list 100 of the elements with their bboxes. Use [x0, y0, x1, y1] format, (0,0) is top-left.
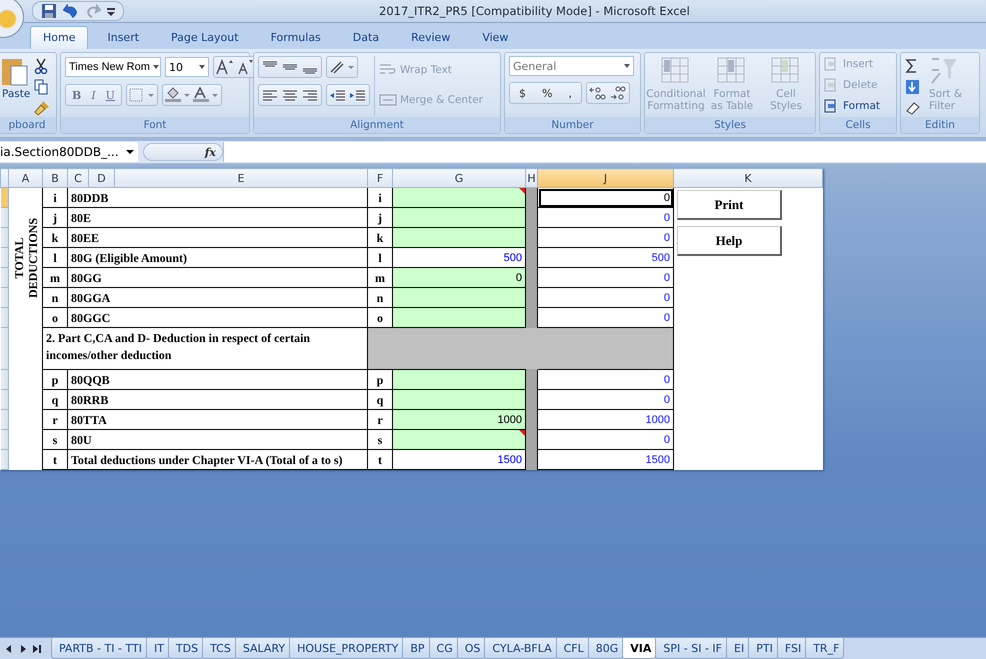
- input-cell[interactable]: [392, 208, 526, 228]
- sheet-tab[interactable]: BP: [402, 638, 430, 659]
- sheet-tab[interactable]: CFL: [556, 638, 589, 659]
- input-cell[interactable]: 0: [392, 268, 526, 288]
- table-cell: o: [42, 308, 68, 328]
- table-cell: 80QQB: [68, 370, 368, 390]
- end-sheet-icon[interactable]: [32, 644, 42, 654]
- number-format-button[interactable]: %: [534, 84, 560, 102]
- font-style-button[interactable]: B: [67, 86, 86, 104]
- number-format-button[interactable]: $: [511, 84, 534, 102]
- table-cell: 80GG: [68, 268, 368, 288]
- ribbon-tab[interactable]: Review: [398, 26, 464, 49]
- borders-icon[interactable]: [128, 87, 156, 103]
- ribbon-tab[interactable]: Formulas: [258, 26, 334, 49]
- sheet-tab[interactable]: CG: [428, 638, 458, 659]
- table-cell: 0: [538, 430, 674, 450]
- table-cell: Total deductions under Chapter VI-A (Total of a to s): [68, 450, 368, 470]
- table-cell: 0: [538, 370, 674, 390]
- table-cell: 80U: [68, 430, 368, 450]
- save-icon[interactable]: [41, 3, 57, 19]
- input-cell[interactable]: [392, 228, 526, 248]
- sheet-tab[interactable]: PARTB - TI - TTI: [51, 638, 147, 659]
- column-header[interactable]: G: [392, 168, 526, 188]
- font-style-button[interactable]: I: [86, 86, 101, 104]
- input-cell[interactable]: [392, 430, 526, 450]
- table-cell: 0: [538, 228, 674, 248]
- input-cell[interactable]: [392, 288, 526, 308]
- merge-cells-icon: [379, 93, 397, 107]
- column-header[interactable]: C: [68, 168, 88, 188]
- column-header[interactable]: F: [368, 168, 392, 188]
- table-cell: m: [42, 268, 68, 288]
- sheet-tab[interactable]: TDS: [168, 638, 204, 659]
- cells-button[interactable]: Format: [824, 98, 880, 114]
- ribbon-tab[interactable]: View: [469, 26, 522, 49]
- table-cell: 0: [538, 390, 674, 410]
- sheet-tab[interactable]: IT: [146, 638, 169, 659]
- table-cell: r: [42, 410, 68, 430]
- insert-function-button[interactable]: fx: [204, 146, 216, 158]
- number-format-field[interactable]: General: [509, 56, 634, 76]
- sheet-tab[interactable]: TCS: [202, 638, 236, 659]
- font-name-field[interactable]: Times New Rom: [65, 57, 161, 77]
- table-cell: 80GGC: [68, 308, 368, 328]
- paste-button[interactable]: Paste: [2, 56, 30, 100]
- name-box[interactable]: ia.Section80DDB_...: [0, 142, 138, 162]
- sheet-tab[interactable]: CYLA-BFLA: [484, 638, 557, 659]
- table-cell: 80EE: [68, 228, 368, 248]
- column-header[interactable]: B: [42, 168, 68, 188]
- table-cell: 80GGA: [68, 288, 368, 308]
- ribbon-tab[interactable]: Insert: [94, 26, 152, 49]
- brush-icon[interactable]: [34, 100, 50, 116]
- copy-icon[interactable]: [34, 79, 48, 95]
- input-cell[interactable]: 1000: [392, 410, 526, 430]
- formula-field[interactable]: [223, 142, 986, 162]
- sheet-tab[interactable]: FSI: [776, 638, 806, 659]
- sort-filter-icon: [929, 56, 959, 86]
- column-header[interactable]: A: [8, 168, 42, 188]
- cut-icon[interactable]: [34, 58, 48, 74]
- group-label: pboard: [8, 119, 46, 131]
- table-cell: t: [42, 450, 68, 470]
- sheet-tab[interactable]: 80G: [588, 638, 624, 659]
- column-header[interactable]: J: [538, 168, 674, 188]
- cell-value: 0: [516, 272, 522, 284]
- sheet-tab[interactable]: VIA: [622, 638, 656, 659]
- undo-icon[interactable]: [63, 3, 79, 19]
- number-format-button[interactable]: ,: [560, 84, 580, 102]
- column-header[interactable]: E: [114, 168, 368, 188]
- cell-value: 1500: [498, 454, 522, 466]
- sheet-tab[interactable]: TR_F: [805, 638, 844, 659]
- sheet-tab[interactable]: SALARY: [234, 638, 290, 659]
- table-cell: 80RRB: [68, 390, 368, 410]
- font-color-icon[interactable]: [192, 87, 220, 103]
- table-cell: 500: [538, 248, 674, 268]
- sheet-tab[interactable]: PTI: [748, 638, 778, 659]
- sheet-button[interactable]: Help: [677, 226, 782, 256]
- group-label: Alignment: [350, 119, 404, 131]
- group-label: Editin: [925, 119, 955, 131]
- group-label: Cells: [845, 119, 871, 131]
- sheet-tab[interactable]: SPI - SI - IF: [655, 638, 728, 659]
- input-cell[interactable]: [392, 390, 526, 410]
- ribbon-tab[interactable]: Page Layout: [158, 26, 252, 49]
- font-style-button[interactable]: U: [100, 86, 120, 104]
- grow-font-icon[interactable]: [215, 59, 235, 75]
- sheet-tab[interactable]: HOUSE_PROPERTY: [289, 638, 404, 659]
- input-cell[interactable]: [392, 308, 526, 328]
- column-header[interactable]: D: [88, 168, 114, 188]
- sheet-button[interactable]: Print: [677, 190, 782, 220]
- sheet-tab[interactable]: OS: [456, 638, 486, 659]
- sheet-tab[interactable]: EI: [726, 638, 750, 659]
- font-size-field[interactable]: 10: [165, 57, 209, 77]
- increase-decimal-icon[interactable]: [588, 85, 608, 101]
- input-cell[interactable]: [392, 188, 526, 208]
- ribbon-tab[interactable]: Data: [340, 26, 392, 49]
- orientation-icon[interactable]: [328, 59, 356, 75]
- fill-color-icon[interactable]: [164, 87, 192, 103]
- table-cell: 0: [538, 268, 674, 288]
- column-header[interactable]: H: [526, 168, 538, 188]
- customize-icon[interactable]: [107, 6, 115, 16]
- ribbon-tab[interactable]: Home: [30, 26, 88, 49]
- input-cell[interactable]: [392, 370, 526, 390]
- column-header[interactable]: K: [674, 168, 822, 188]
